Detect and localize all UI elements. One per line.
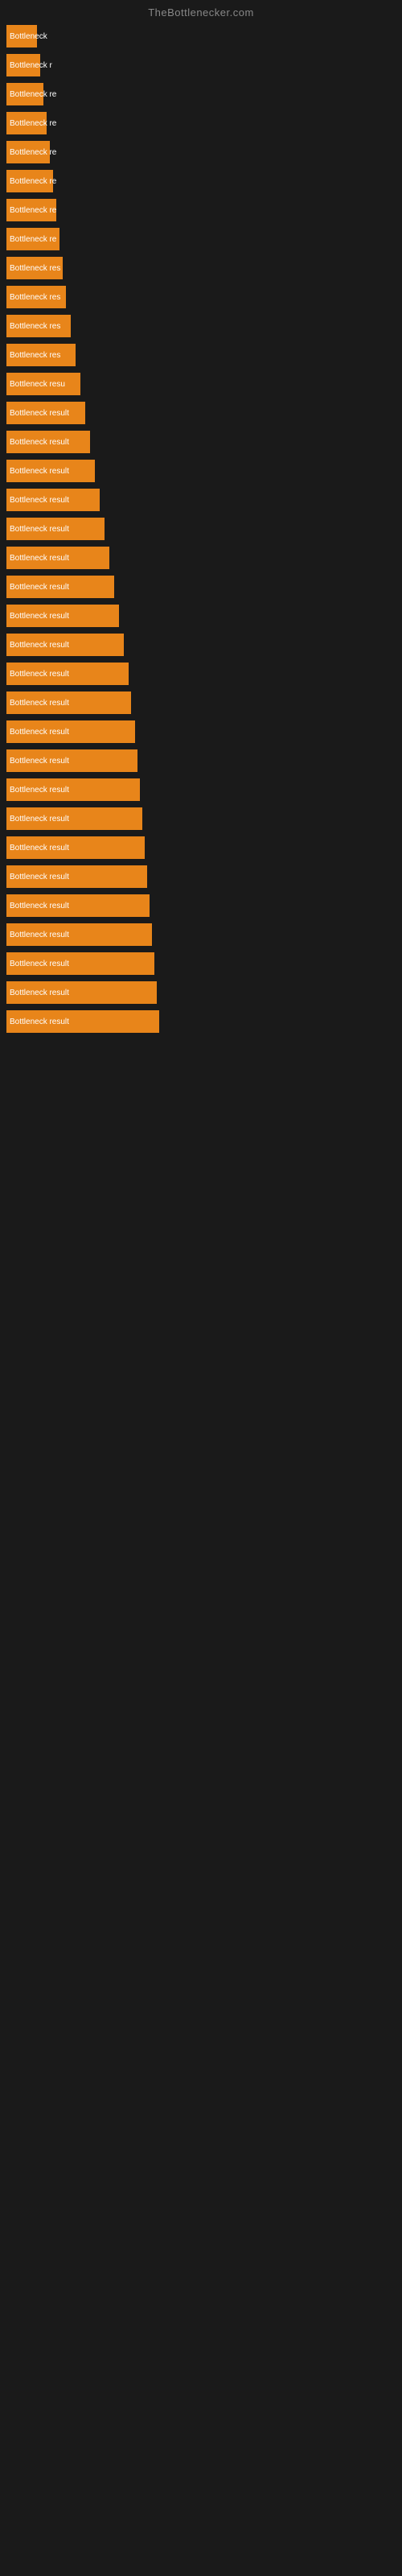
bar-label: Bottleneck result [10, 409, 69, 418]
bar-label: Bottleneck r [10, 61, 52, 70]
bar-row: Bottleneck result4 [0, 804, 402, 833]
bar-row: Bottleneck re [0, 138, 402, 167]
bar-label: Bottleneck result [10, 873, 69, 881]
bar-label: Bottleneck result [10, 815, 69, 824]
bar-label: Bottleneck result [10, 786, 69, 795]
bar-label: Bottleneck result [10, 496, 69, 505]
bar-row: Bottleneck result53.7 [0, 949, 402, 978]
site-title: TheBottlenecker.com [0, 0, 402, 22]
bar-row: Bottleneck result [0, 398, 402, 427]
bar-row: Bottleneck result [0, 572, 402, 601]
bar-label: Bottleneck re [10, 206, 56, 215]
bar-row: Bottleneck result [0, 630, 402, 659]
bar-row: Bottleneck result [0, 659, 402, 688]
bar-label: Bottleneck re [10, 235, 56, 244]
bar-label: Bottleneck result [10, 960, 69, 968]
bar-row: Bottleneck re [0, 196, 402, 225]
bar-label: Bottleneck result [10, 554, 69, 563]
bar-label: Bottleneck result [10, 757, 69, 766]
bar-label: Bottleneck res [10, 264, 60, 273]
bar-label: Bottleneck res [10, 293, 60, 302]
bar-label: Bottleneck result [10, 699, 69, 708]
bar-row: Bottleneck res [0, 254, 402, 283]
bar-label: Bottleneck result [10, 931, 69, 939]
bar-label: Bottleneck resu [10, 380, 65, 389]
bar-row: Bottleneck [0, 22, 402, 51]
bar-row: Bottleneck result51 [0, 833, 402, 862]
bar-row: Bottleneck result [0, 427, 402, 456]
bar-row: Bottleneck result49 [0, 717, 402, 746]
bar-label: Bottleneck result [10, 467, 69, 476]
bar-label: Bottleneck [10, 32, 47, 41]
bar-row: Bottleneck result52. [0, 891, 402, 920]
bar-row: Bottleneck result49 [0, 775, 402, 804]
bar-label: Bottleneck result [10, 525, 69, 534]
bar-row: Bottleneck result [0, 485, 402, 514]
bars-container: Bottleneck Bottleneck r Bottleneck re Bottl… [0, 22, 402, 1036]
bar-row: Bottleneck result54.2 [0, 978, 402, 1007]
bar-row: Bottleneck re [0, 80, 402, 109]
bar-label: Bottleneck result [10, 844, 69, 852]
bar-label: Bottleneck res [10, 322, 60, 331]
bar-row: Bottleneck re [0, 167, 402, 196]
bar-row: Bottleneck result52. [0, 1007, 402, 1036]
bar-label: Bottleneck result [10, 728, 69, 737]
bar-label: Bottleneck re [10, 148, 56, 157]
bar-label: Bottleneck re [10, 177, 56, 186]
bar-label: Bottleneck result [10, 902, 69, 910]
bar-label: Bottleneck result [10, 670, 69, 679]
bar-row: Bottleneck re [0, 109, 402, 138]
bar-label: Bottleneck result [10, 583, 69, 592]
bar-row: Bottleneck r [0, 51, 402, 80]
bar-row: Bottleneck result4 [0, 688, 402, 717]
bar-row: Bottleneck result [0, 456, 402, 485]
bar-label: Bottleneck res [10, 351, 60, 360]
bar-row: Bottleneck res [0, 312, 402, 341]
bar-label: Bottleneck re [10, 90, 56, 99]
bar-row: Bottleneck result [0, 514, 402, 543]
bar-label: Bottleneck result [10, 1018, 69, 1026]
bar-row: Bottleneck resu [0, 369, 402, 398]
bar-row: Bottleneck result51 [0, 746, 402, 775]
bar-label: Bottleneck result [10, 612, 69, 621]
bar-row: Bottleneck res [0, 283, 402, 312]
bar-row: Bottleneck result53% [0, 862, 402, 891]
bar-label: Bottleneck result [10, 438, 69, 447]
bar-row: Bottleneck re [0, 225, 402, 254]
bar-row: Bottleneck res [0, 341, 402, 369]
bar-label: Bottleneck result [10, 989, 69, 997]
bar-label: Bottleneck re [10, 119, 56, 128]
bar-row: Bottleneck result [0, 543, 402, 572]
bar-label: Bottleneck result [10, 641, 69, 650]
bar-row: Bottleneck result [0, 601, 402, 630]
bar-row: Bottleneck result53.3 [0, 920, 402, 949]
